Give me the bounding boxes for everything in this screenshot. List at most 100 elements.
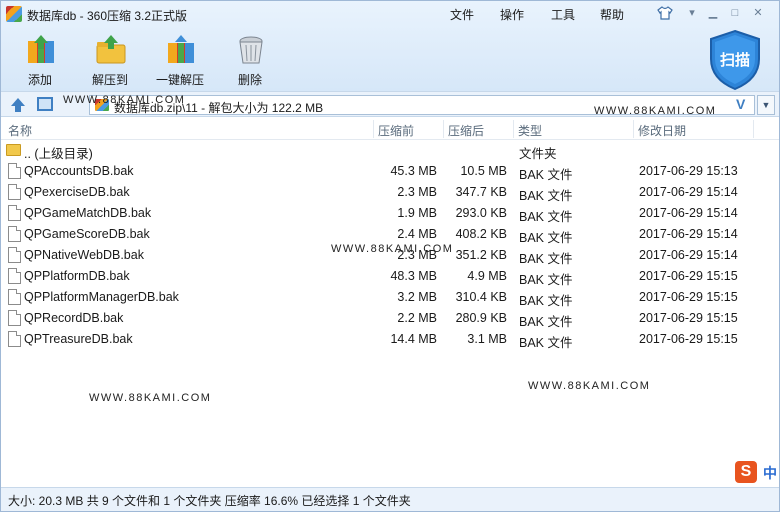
file-name: QPTreasureDB.bak [24,332,133,346]
file-name: QPGameScoreDB.bak [24,227,150,241]
file-date: 2017-06-29 15:13 [639,164,738,178]
add-archive-icon [28,35,54,63]
watermark: WWW.88KAMI.COM [63,94,186,106]
column-divider[interactable] [753,120,754,138]
column-after[interactable]: 压缩后 [448,122,484,139]
file-size-before: 2.4 MB [397,227,437,241]
file-type: BAK 文件 [519,252,573,266]
column-divider[interactable] [633,120,634,138]
file-date: 2017-06-29 15:15 [639,311,738,325]
watermark: WWW.88KAMI.COM [331,243,454,255]
trash-icon [239,36,263,64]
watermark: WWW.88KAMI.COM [528,380,651,392]
add-button[interactable]: 添加 [5,31,75,89]
table-row[interactable]: QPGameMatchDB.bak 1.9 MB 293.0 KB BAK 文件… [1,203,779,224]
file-type: BAK 文件 [519,189,573,203]
column-divider[interactable] [513,120,514,138]
delete-label: 删除 [237,73,262,87]
file-icon [8,289,21,305]
file-name: QPRecordDB.bak [24,311,124,325]
column-type[interactable]: 类型 [518,122,542,139]
file-date: 2017-06-29 15:14 [639,248,738,262]
file-icon [8,205,21,221]
file-size-before: 2.3 MB [397,185,437,199]
address-dropdown-icon[interactable]: ▼ [757,95,775,115]
file-type: BAK 文件 [519,273,573,287]
file-size-after: 280.9 KB [455,311,507,325]
file-size-after: 3.1 MB [467,332,507,346]
view-mode-icon[interactable] [37,97,53,111]
file-size-before: 3.2 MB [397,290,437,304]
app-window: 数据库db - 360压缩 3.2正式版 文件 操作 工具 帮助 ▾ ▁ □ ✕… [0,0,780,512]
file-date: 2017-06-29 15:15 [639,290,738,304]
extract-to-button[interactable]: 解压到 [75,31,145,89]
delete-button[interactable]: 删除 [215,31,285,89]
menu-file[interactable]: 文件 [450,6,474,23]
file-type: BAK 文件 [519,315,573,329]
file-icon [8,247,21,263]
ime-logo-icon[interactable]: S [735,461,757,483]
extract-folder-icon [96,35,126,64]
menu-operate[interactable]: 操作 [500,6,524,23]
file-icon [8,268,21,284]
column-divider[interactable] [373,120,374,138]
column-modified[interactable]: 修改日期 [638,122,686,139]
file-name: QPexerciseDB.bak [24,185,130,199]
up-level-icon[interactable] [10,97,26,113]
scan-label: 扫描 [719,52,750,69]
column-before[interactable]: 压缩前 [378,122,414,139]
minimize-icon[interactable]: ▁ [704,5,722,21]
menu-dropdown-icon[interactable]: ▾ [683,5,701,21]
file-type: BAK 文件 [519,231,573,245]
table-row[interactable]: QPGameScoreDB.bak 2.4 MB 408.2 KB BAK 文件… [1,224,779,245]
file-size-after: 408.2 KB [455,227,507,241]
watermark: WWW.88KAMI.COM [89,392,212,404]
file-type: BAK 文件 [519,294,573,308]
scan-button[interactable]: 扫描 [707,29,763,91]
table-row[interactable]: QPPlatformDB.bak 48.3 MB 4.9 MB BAK 文件 2… [1,266,779,287]
file-date: 2017-06-29 15:15 [639,269,738,283]
watermark: WWW.88KAMI.COM [594,105,717,117]
file-name: QPAccountsDB.bak [24,164,134,178]
parent-folder-row[interactable]: .. (上级目录) 文件夹 [1,140,779,161]
file-name: QPPlatformDB.bak [24,269,130,283]
file-size-before: 14.4 MB [390,332,437,346]
column-divider[interactable] [443,120,444,138]
file-size-after: 293.0 KB [455,206,507,220]
file-type: BAK 文件 [519,168,573,182]
file-size-after: 10.5 MB [460,164,507,178]
file-size-before: 48.3 MB [390,269,437,283]
file-date: 2017-06-29 15:14 [639,206,738,220]
file-size-after: 4.9 MB [467,269,507,283]
ime-mode-indicator[interactable]: 中 [763,463,777,483]
file-size-before: 1.9 MB [397,206,437,220]
close-icon[interactable]: ✕ [749,5,767,21]
file-icon [8,331,21,347]
file-type: BAK 文件 [519,210,573,224]
folder-icon [6,144,21,156]
file-size-before: 2.2 MB [397,311,437,325]
add-label: 添加 [27,73,52,87]
file-size-before: 45.3 MB [390,164,437,178]
table-row[interactable]: QPAccountsDB.bak 45.3 MB 10.5 MB BAK 文件 … [1,161,779,182]
file-icon [8,163,21,179]
status-text: 大小: 20.3 MB 共 9 个文件和 1 个文件夹 压缩率 16.6% 已经… [8,494,411,508]
table-row[interactable]: QPPlatformManagerDB.bak 3.2 MB 310.4 KB … [1,287,779,308]
table-row[interactable]: QPexerciseDB.bak 2.3 MB 347.7 KB BAK 文件 … [1,182,779,203]
skin-shirt-icon[interactable] [657,5,673,21]
column-name[interactable]: 名称 [8,122,32,139]
file-size-after: 347.7 KB [455,185,507,199]
table-row[interactable]: QPTreasureDB.bak 14.4 MB 3.1 MB BAK 文件 2… [1,329,779,350]
file-type: 文件夹 [519,147,557,161]
menu-help[interactable]: 帮助 [600,6,624,23]
menu-tools[interactable]: 工具 [551,6,575,23]
maximize-icon[interactable]: □ [726,5,744,21]
file-date: 2017-06-29 15:14 [639,227,738,241]
file-size-after: 310.4 KB [455,290,507,304]
one-click-extract-button[interactable]: 一键解压 [145,31,215,89]
title-toolbar-area: 数据库db - 360压缩 3.2正式版 文件 操作 工具 帮助 ▾ ▁ □ ✕… [1,1,779,91]
file-icon [8,226,21,242]
table-row[interactable]: QPRecordDB.bak 2.2 MB 280.9 KB BAK 文件 20… [1,308,779,329]
file-name: QPNativeWebDB.bak [24,248,144,262]
one-click-extract-label: 一键解压 [155,73,204,87]
